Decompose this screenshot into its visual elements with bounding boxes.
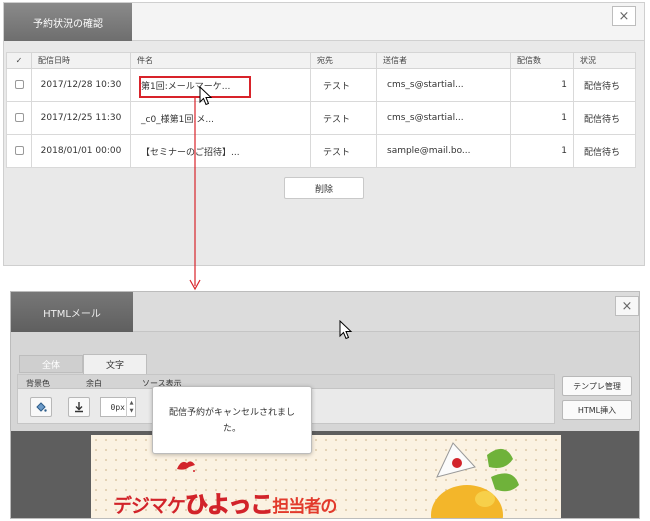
mouse-cursor-icon [199,86,213,106]
row-date: 2018/01/01 00:00 [31,134,131,168]
spinner-up-icon[interactable]: ▲ [130,399,134,407]
row-subject-link[interactable]: 【セミナーのご招待】... [130,134,311,168]
header-count: 配信数 [510,52,574,69]
banner-headline: デジマケひよっこ担当者の [113,485,337,519]
header-status: 状況 [573,52,636,69]
subject-highlight-box [139,76,251,98]
table-row[interactable]: 2018/01/01 00:00 【セミナーのご招待】... テスト sampl… [6,134,636,168]
row-status: 配信待ち [573,134,636,168]
banner-text-c: 担当者の [272,497,337,517]
background-color-button[interactable] [30,397,52,417]
header-date: 配信日時 [31,52,131,69]
mail-preview-area: デジマケひよっこ担当者の [11,431,639,519]
tab-all[interactable]: 全体 [19,355,83,373]
row-sender: cms_s@startial... [376,101,511,135]
close-button[interactable]: × [615,296,639,316]
chick-mascot-icon [431,442,519,518]
bird-icon [177,461,195,472]
template-manage-button[interactable]: テンプレ管理 [562,376,632,396]
paint-bucket-icon [36,402,47,412]
html-insert-button[interactable]: HTML挿入 [562,400,632,420]
header-check: ✓ [6,52,32,69]
row-checkbox[interactable] [14,113,24,122]
background-color-label: 背景色 [26,379,50,388]
row-sender: sample@mail.bo... [376,134,511,168]
margin-download-button[interactable] [68,397,90,417]
download-icon [75,402,83,413]
row-checkbox[interactable] [14,80,24,89]
row-status: 配信待ち [573,101,636,135]
table-row[interactable]: 2017/12/28 10:30 第1回:メールマーケ... テスト cms_s… [6,68,636,102]
banner-text-b: ひよっこ [185,492,274,519]
row-checkbox[interactable] [14,146,24,155]
close-icon: × [621,298,633,314]
window-header: HTMLメール × [11,292,639,332]
dialog-title: 予約状況の確認 [4,3,132,41]
table-header-row: ✓ 配信日時 件名 宛先 送信者 配信数 状況 [6,52,636,69]
cancel-notice-toast: 配信予約がキャンセルされました。 [152,386,312,454]
margin-label: 余白 [86,379,102,388]
row-date: 2017/12/25 11:30 [31,101,131,135]
header-sender: 送信者 [376,52,511,69]
html-mail-window: HTMLメール × 全体 文字 背景色 余白 ソース表示 0px ▲ ▼ テンプ… [10,291,640,519]
window-title: HTMLメール [11,292,133,332]
row-count: 1 [510,134,574,168]
tab-text[interactable]: 文字 [83,354,147,374]
header-subject: 件名 [130,52,311,69]
spinner-down-icon[interactable]: ▼ [130,407,134,415]
row-count: 1 [510,101,574,135]
mouse-cursor-icon [339,320,353,340]
close-button[interactable]: × [612,6,636,26]
row-sender: cms_s@startial... [376,68,511,102]
table-row[interactable]: 2017/12/25 11:30 _c0_様第1回:メ... テスト cms_s… [6,101,636,135]
banner-text-a: デジマケ [113,495,186,517]
header-destination: 宛先 [310,52,377,69]
margin-spinner[interactable]: ▲ ▼ [126,397,136,417]
row-count: 1 [510,68,574,102]
delete-button[interactable]: 削除 [284,177,364,199]
dialog-header: 予約状況の確認 × [4,3,644,41]
row-subject-link[interactable]: _c0_様第1回:メ... [130,101,311,135]
row-destination: テスト [310,134,377,168]
close-icon: × [618,8,630,24]
row-destination: テスト [310,101,377,135]
reservation-table: ✓ 配信日時 件名 宛先 送信者 配信数 状況 2017/12/28 10:30… [6,52,636,168]
row-date: 2017/12/28 10:30 [31,68,131,102]
row-status: 配信待ち [573,68,636,102]
row-destination: テスト [310,68,377,102]
